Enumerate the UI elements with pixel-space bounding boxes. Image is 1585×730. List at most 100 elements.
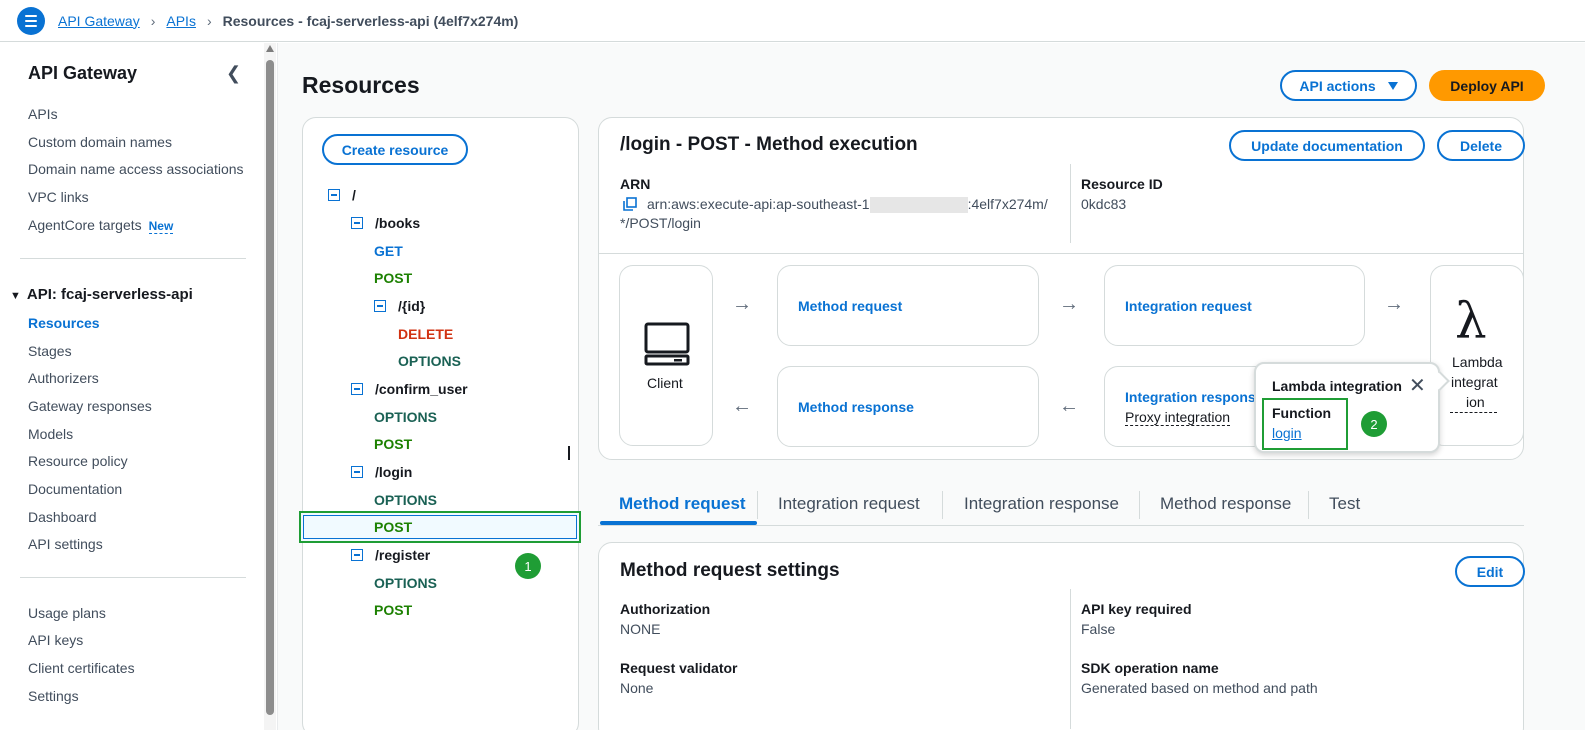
tab-test[interactable]: Test (1329, 494, 1360, 514)
delete-button[interactable]: Delete (1437, 130, 1525, 161)
tree-node-root[interactable]: / (328, 187, 356, 203)
api-actions-button[interactable]: API actions (1280, 70, 1417, 101)
tree-method-confirm-post[interactable]: POST (374, 436, 412, 452)
client-computer-icon (644, 322, 690, 366)
arrow-left-icon: ← (1059, 395, 1079, 417)
tree-node-confirm-user[interactable]: /confirm_user (351, 381, 468, 397)
new-badge: New (148, 219, 174, 234)
method-request-link[interactable]: Method request (798, 298, 902, 314)
tab-method-response[interactable]: Method response (1160, 494, 1291, 514)
sidebar-api-section-toggle[interactable]: ▼ API: fcaj-serverless-api (10, 286, 193, 303)
sidebar-item-agentcore-targets[interactable]: AgentCore targets New (28, 217, 174, 234)
collapse-icon[interactable] (351, 466, 363, 478)
api-actions-label: API actions (1299, 77, 1376, 94)
method-response-box[interactable]: Method response (777, 366, 1039, 447)
breadcrumb-apis[interactable]: APIs (166, 13, 196, 29)
sidebar-item-documentation[interactable]: Documentation (28, 481, 122, 497)
sidebar-item-apis[interactable]: APIs (28, 106, 58, 122)
arn-suffix: :4elf7x274m/ (967, 196, 1048, 212)
tree-method-login-options[interactable]: OPTIONS (374, 492, 437, 508)
tab-integration-request[interactable]: Integration request (778, 494, 920, 514)
sidebar-item-dashboard[interactable]: Dashboard (28, 509, 97, 525)
request-validator-label: Request validator (620, 660, 738, 676)
tree-method-register-options[interactable]: OPTIONS (374, 575, 437, 591)
tree-method-id-options[interactable]: OPTIONS (398, 353, 461, 369)
sidebar-item-custom-domain-names[interactable]: Custom domain names (28, 134, 172, 150)
sidebar-item-gateway-responses[interactable]: Gateway responses (28, 398, 152, 414)
sdk-operation-name-label: SDK operation name (1081, 660, 1219, 676)
arrow-right-icon: → (1059, 293, 1079, 315)
sidebar-item-vpc-links[interactable]: VPC links (28, 189, 89, 205)
tree-method-id-delete[interactable]: DELETE (398, 326, 453, 342)
client-label: Client (647, 375, 683, 391)
breadcrumb-api-gateway[interactable]: API Gateway (58, 13, 140, 29)
tab-integration-response[interactable]: Integration response (964, 494, 1119, 514)
collapse-icon[interactable] (351, 549, 363, 561)
sidebar-item-resources[interactable]: Resources (28, 315, 100, 331)
resource-path: /login (375, 464, 413, 480)
tree-node-register[interactable]: /register (351, 547, 430, 563)
sidebar-item-authorizers[interactable]: Authorizers (28, 370, 99, 386)
tree-method-books-get[interactable]: GET (374, 243, 403, 259)
arn-prefix: arn:aws:execute-api:ap-southeast-1 (647, 196, 870, 212)
breadcrumb-current: Resources - fcaj-serverless-api (4elf7x2… (222, 12, 519, 29)
method-response-link[interactable]: Method response (798, 399, 914, 415)
arrow-left-icon: ← (732, 395, 752, 417)
active-tab-indicator (600, 521, 757, 525)
collapse-icon[interactable] (351, 217, 363, 229)
sidebar-item-settings[interactable]: Settings (28, 688, 79, 704)
sidebar-item-api-keys[interactable]: API keys (28, 632, 83, 648)
step-marker-2: 2 (1361, 411, 1387, 437)
scrollbar-thumb[interactable] (266, 60, 274, 715)
arn-value-line2: */POST/login (620, 215, 701, 231)
sidebar-divider (20, 258, 246, 259)
sidebar-item-resource-policy[interactable]: Resource policy (28, 453, 128, 469)
close-icon[interactable]: ✕ (1409, 373, 1426, 398)
integration-response-link[interactable]: Integration respons (1125, 389, 1256, 405)
collapse-sidebar-icon[interactable]: ❮ (226, 63, 241, 84)
deploy-api-button[interactable]: Deploy API (1429, 70, 1545, 101)
lambda-label-line1: Lambda (1452, 354, 1503, 370)
tree-node-books[interactable]: /books (351, 215, 420, 231)
proxy-integration-label[interactable]: Proxy integration (1125, 409, 1231, 426)
settings-title: Method request settings (620, 560, 840, 581)
tree-method-login-post[interactable]: POST (374, 519, 412, 535)
collapse-icon[interactable] (328, 189, 340, 201)
copy-icon[interactable] (623, 197, 637, 211)
edit-button[interactable]: Edit (1455, 556, 1525, 587)
tree-method-confirm-options[interactable]: OPTIONS (374, 409, 437, 425)
sidebar-item-usage-plans[interactable]: Usage plans (28, 605, 106, 621)
method-request-box[interactable]: Method request (777, 265, 1039, 346)
tree-node-login[interactable]: /login (351, 464, 412, 480)
function-link[interactable]: login (1272, 425, 1302, 441)
collapse-icon[interactable] (374, 300, 386, 312)
update-documentation-button[interactable]: Update documentation (1229, 130, 1425, 161)
text-cursor (568, 446, 570, 460)
sidebar-item-stages[interactable]: Stages (28, 343, 72, 359)
tab-method-request[interactable]: Method request (619, 494, 746, 514)
selected-highlight (299, 511, 581, 543)
tree-method-books-post[interactable]: POST (374, 270, 412, 286)
integration-request-link[interactable]: Integration request (1125, 298, 1252, 314)
tree-method-register-post[interactable]: POST (374, 602, 412, 618)
arrow-right-icon: → (1384, 293, 1404, 315)
resource-tree-panel: Create resource / /books GET POST /{id} … (299, 117, 581, 730)
sidebar-item-domain-name-access[interactable]: Domain name access associations (28, 161, 244, 177)
scroll-up-arrow-icon[interactable] (266, 45, 274, 52)
caret-down-icon: ▼ (10, 290, 21, 302)
resource-id-value: 0kdc83 (1081, 196, 1127, 212)
sidebar-item-client-certificates[interactable]: Client certificates (28, 660, 135, 676)
create-resource-button[interactable]: Create resource (322, 134, 468, 165)
menu-icon[interactable] (17, 6, 45, 35)
top-navigation-bar: API Gateway › APIs › Resources - fcaj-se… (0, 0, 1585, 42)
integration-request-box[interactable]: Integration request (1104, 265, 1365, 346)
page-title: Resources (302, 72, 420, 98)
collapse-icon[interactable] (351, 383, 363, 395)
sidebar-item-api-settings[interactable]: API settings (28, 536, 103, 552)
resource-path: /register (375, 547, 431, 563)
tree-node-id[interactable]: /{id} (374, 298, 425, 314)
lambda-label-line3[interactable]: ion (1450, 394, 1497, 413)
sidebar-item-models[interactable]: Models (28, 426, 73, 442)
tab-divider (1139, 491, 1140, 519)
sidebar-scrollbar[interactable] (264, 43, 276, 730)
